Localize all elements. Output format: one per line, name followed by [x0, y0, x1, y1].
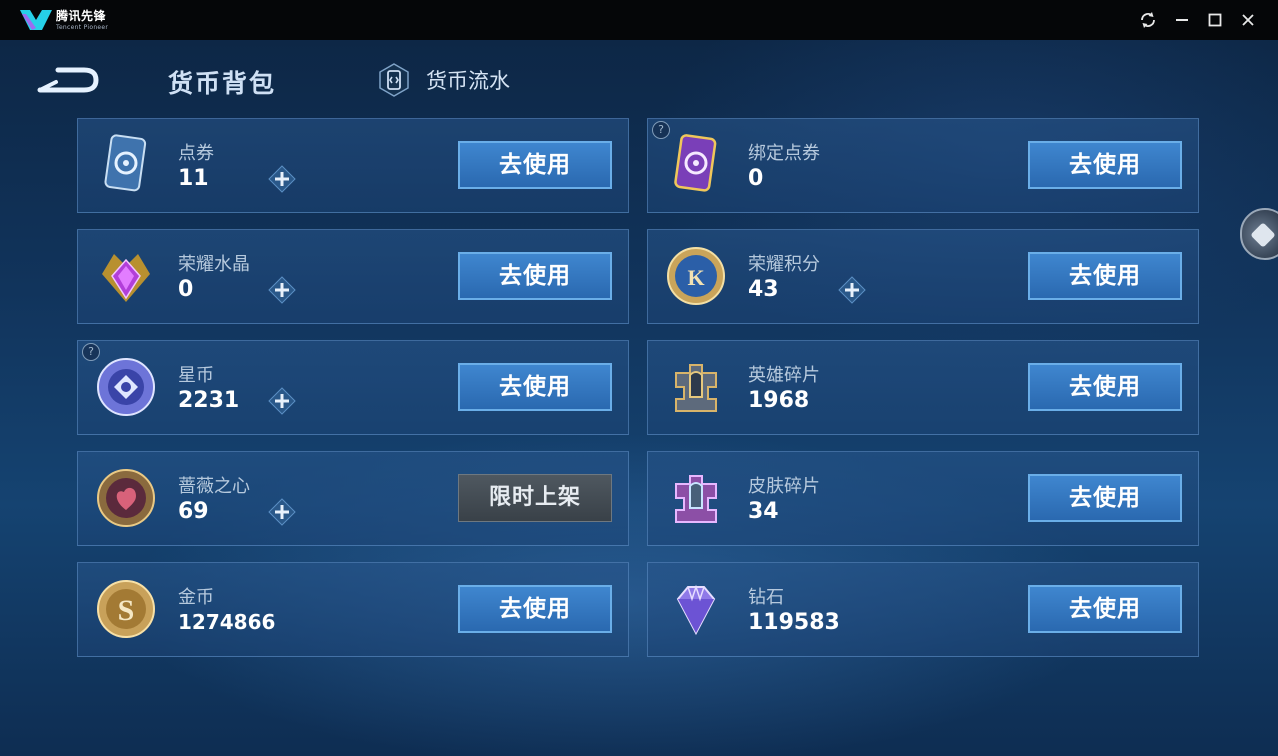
app-logo-icon	[20, 8, 52, 32]
currency-card-star-coin: ? 星币 2231 去使用	[77, 340, 629, 435]
tab-currency-flow[interactable]: 货币流水	[376, 62, 510, 98]
use-button[interactable]: 去使用	[458, 252, 612, 300]
game-viewport: 货币背包 货币流水 点券 11 去使用 ? 绑定点券 0 去使用 荣耀水晶 0 …	[0, 40, 1278, 756]
currency-amount: 0	[178, 277, 194, 302]
add-icon[interactable]	[268, 165, 296, 193]
currency-name: 星币	[178, 365, 214, 386]
currency-card-coupon: 点券 11 去使用	[77, 118, 629, 213]
ledger-icon	[376, 62, 412, 98]
maximize-icon[interactable]	[1205, 10, 1225, 30]
glory-points-icon: K	[664, 244, 728, 308]
glory-crystal-icon	[94, 244, 158, 308]
use-button[interactable]: 去使用	[458, 141, 612, 189]
svg-text:K: K	[687, 265, 704, 290]
side-drawer-handle[interactable]	[1240, 208, 1278, 260]
rose-heart-icon	[94, 466, 158, 530]
currency-name: 荣耀水晶	[178, 254, 250, 275]
window-titlebar: 腾讯先锋 Tencent Pioneer	[0, 0, 1278, 40]
page-title: 货币背包	[168, 69, 277, 98]
use-button[interactable]: 去使用	[1028, 585, 1182, 633]
star-coin-icon	[94, 355, 158, 419]
currency-name: 钻石	[748, 587, 784, 608]
gold-coin-icon: S	[94, 577, 158, 641]
currency-name: 蔷薇之心	[178, 476, 250, 497]
app-subtitle: Tencent Pioneer	[56, 24, 109, 31]
svg-text:S: S	[118, 594, 135, 627]
currency-card-diamond: 钻石 119583 去使用	[647, 562, 1199, 657]
add-icon[interactable]	[838, 276, 866, 304]
bound-coupon-card-icon	[664, 133, 728, 197]
currency-amount: 0	[748, 166, 764, 191]
currency-card-gold-coin: S 金币 1274866 去使用	[77, 562, 629, 657]
currency-amount: 1274866	[178, 610, 276, 634]
currency-name: 点券	[178, 143, 214, 164]
close-icon[interactable]	[1238, 10, 1258, 30]
currency-card-rose-heart: 蔷薇之心 69 限时上架	[77, 451, 629, 546]
currency-amount: 69	[178, 499, 209, 524]
limited-time-button[interactable]: 限时上架	[458, 474, 612, 522]
currency-card-glory-crystal: 荣耀水晶 0 去使用	[77, 229, 629, 324]
currency-card-glory-points: K 荣耀积分 43 去使用	[647, 229, 1199, 324]
skin-fragment-icon	[664, 466, 728, 530]
add-icon[interactable]	[268, 387, 296, 415]
gem-icon	[1250, 222, 1276, 248]
app-name: 腾讯先锋	[56, 9, 107, 23]
currency-amount: 1968	[748, 388, 810, 413]
add-icon[interactable]	[268, 276, 296, 304]
currency-name: 英雄碎片	[748, 365, 820, 386]
currency-card-hero-fragment: 英雄碎片 1968 去使用	[647, 340, 1199, 435]
refresh-icon[interactable]	[1138, 10, 1158, 30]
add-icon[interactable]	[268, 498, 296, 526]
currency-amount: 119583	[748, 610, 840, 635]
currency-name: 绑定点券	[748, 143, 820, 164]
diamond-icon	[664, 577, 728, 641]
currency-name: 金币	[178, 587, 214, 608]
hero-fragment-icon	[664, 355, 728, 419]
currency-amount: 34	[748, 499, 779, 524]
currency-amount: 11	[178, 166, 209, 191]
minimize-icon[interactable]	[1172, 10, 1192, 30]
currency-amount: 2231	[178, 388, 240, 413]
use-button[interactable]: 去使用	[1028, 141, 1182, 189]
use-button[interactable]: 去使用	[1028, 252, 1182, 300]
use-button[interactable]: 去使用	[1028, 474, 1182, 522]
coupon-card-icon	[94, 133, 158, 197]
tab-currency-flow-label: 货币流水	[426, 69, 510, 93]
currency-card-skin-fragment: 皮肤碎片 34 去使用	[647, 451, 1199, 546]
currency-name: 荣耀积分	[748, 254, 820, 275]
currency-card-bound-coupon: ? 绑定点券 0 去使用	[647, 118, 1199, 213]
currency-amount: 43	[748, 277, 779, 302]
currency-name: 皮肤碎片	[748, 476, 820, 497]
back-arrow-icon[interactable]	[36, 64, 102, 96]
use-button[interactable]: 去使用	[458, 585, 612, 633]
use-button[interactable]: 去使用	[1028, 363, 1182, 411]
use-button[interactable]: 去使用	[458, 363, 612, 411]
